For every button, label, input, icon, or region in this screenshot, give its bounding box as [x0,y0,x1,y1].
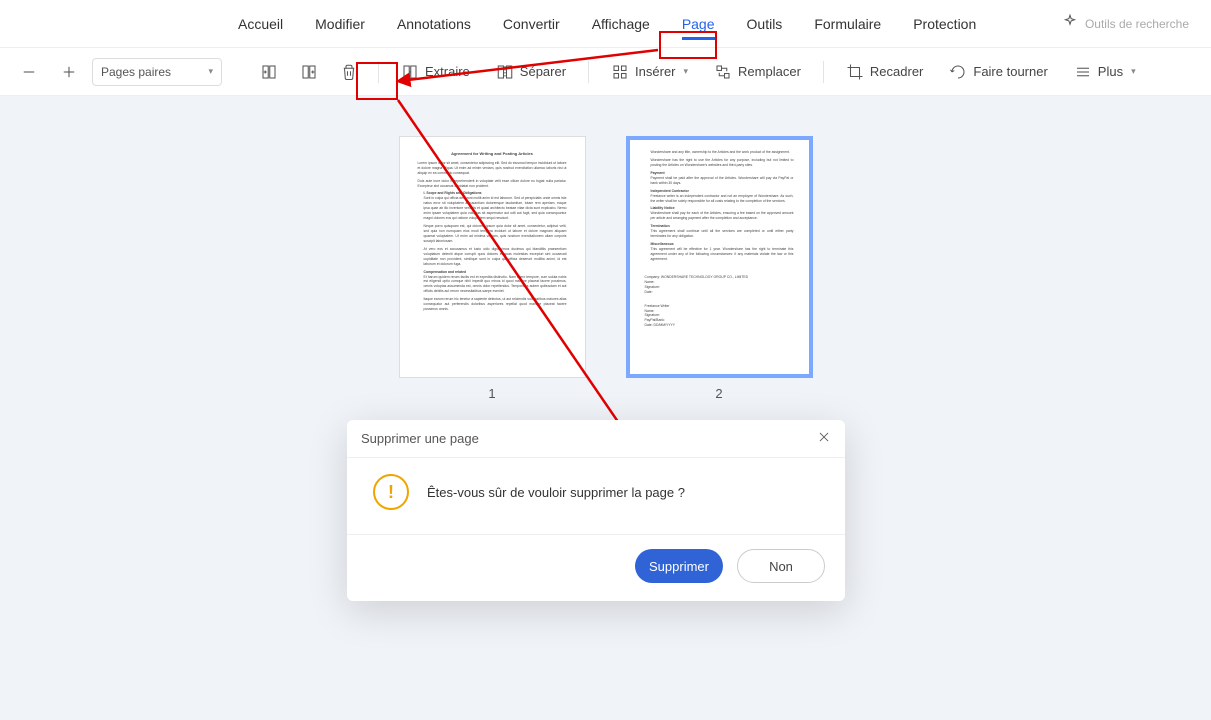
chevron-down-icon: ▾ [684,66,689,77]
page-canvas: Agreement for Writing and Posting Articl… [0,96,1211,720]
dialog-message: Êtes-vous sûr de vouloir supprimer la pa… [427,485,685,500]
menu-annotations[interactable]: Annotations [381,10,487,38]
rotate-button[interactable]: Faire tourner [939,55,1057,89]
menu-page[interactable]: Page [666,10,731,38]
menu-form[interactable]: Formulaire [798,10,897,38]
delete-confirm-dialog: Supprimer une page ! Êtes-vous sûr de vo… [347,420,845,601]
delete-page-button[interactable] [332,55,366,89]
page-toolbar: Pages paires ▾ Extraire Séparer Insérer … [0,48,1211,96]
page-range-value: Pages paires [101,65,171,79]
replace-label: Remplacer [738,64,801,79]
dialog-close-button[interactable] [817,430,831,447]
menu-home[interactable]: Accueil [222,10,299,38]
insert-label: Insérer [635,64,675,79]
more-button[interactable]: Plus ▾ [1064,55,1146,89]
menu-display[interactable]: Affichage [576,10,666,38]
split-button[interactable]: Séparer [486,55,576,89]
extract-button[interactable]: Extraire [391,55,480,89]
warning-icon: ! [373,474,409,510]
page-preview: Agreement for Writing and Posting Articl… [399,136,586,378]
split-label: Séparer [520,64,566,79]
menu-tools[interactable]: Outils [731,10,799,38]
page-range-select[interactable]: Pages paires ▾ [92,58,222,86]
insert-blank-left-button[interactable] [252,55,286,89]
menu-convert[interactable]: Convertir [487,10,576,38]
insert-blank-right-button[interactable] [292,55,326,89]
page-number: 1 [488,386,495,401]
toolbar-divider [823,61,824,83]
chevron-down-icon: ▾ [208,66,213,77]
crop-label: Recadrer [870,64,923,79]
insert-button[interactable]: Insérer ▾ [601,55,698,89]
search-tools[interactable]: Outils de recherche [1051,13,1199,34]
more-label: Plus [1098,64,1123,79]
menu-items: Accueil Modifier Annotations Convertir A… [222,10,992,38]
menu-protection[interactable]: Protection [897,10,992,38]
chevron-down-icon: ▾ [1131,66,1136,77]
page-number: 2 [715,386,722,401]
search-tools-label: Outils de recherche [1085,17,1189,31]
rotate-label: Faire tourner [973,64,1047,79]
menu-bar: Accueil Modifier Annotations Convertir A… [0,0,1211,48]
menu-edit[interactable]: Modifier [299,10,381,38]
cancel-delete-button[interactable]: Non [737,549,825,583]
replace-button[interactable]: Remplacer [704,55,811,89]
zoom-out-button[interactable] [12,55,46,89]
toolbar-divider [378,61,379,83]
extract-label: Extraire [425,64,470,79]
sparkle-icon [1061,13,1079,34]
dialog-title: Supprimer une page [361,431,479,446]
confirm-delete-button[interactable]: Supprimer [635,549,723,583]
crop-button[interactable]: Recadrer [836,55,933,89]
toolbar-divider [588,61,589,83]
zoom-in-button[interactable] [52,55,86,89]
page-preview-selected: Wondershare and any title, ownership to … [626,136,813,378]
